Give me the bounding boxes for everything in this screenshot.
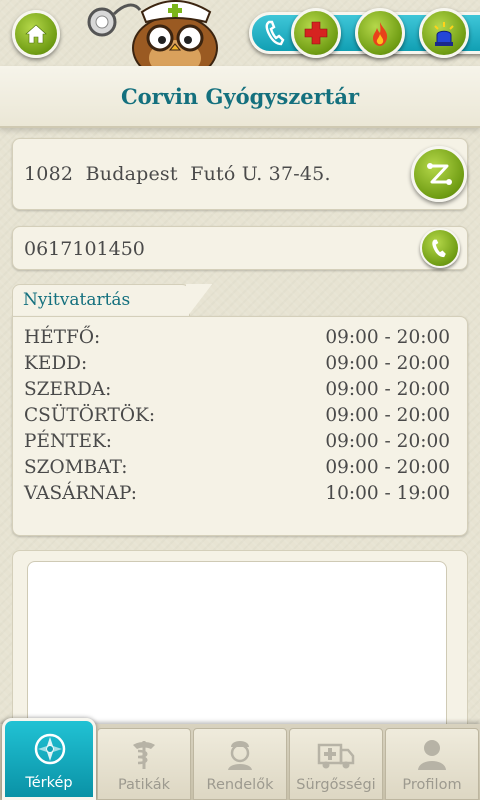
compass-icon (34, 733, 66, 765)
address-card: 1082 Budapest Futó U. 37-45. (12, 138, 468, 210)
nav-label: Rendelők (206, 777, 274, 793)
nav-tab-emergency[interactable]: Sürgősségi (289, 728, 383, 800)
hours-row: HÉTFŐ: 09:00 - 20:00 (24, 327, 450, 353)
hours-row: KEDD: 09:00 - 20:00 (24, 353, 450, 379)
phone-icon[interactable] (264, 20, 288, 46)
nav-label: Térkép (25, 775, 73, 791)
ambulance-icon (317, 743, 355, 769)
address-text: 1082 Budapest Futó U. 37-45. (24, 163, 331, 185)
hours-title: Nyitvatartás (23, 290, 131, 310)
nav-tab-map[interactable]: Térkép (2, 718, 96, 800)
red-cross-icon (304, 21, 328, 45)
time-value: 09:00 - 20:00 (325, 405, 450, 426)
time-value: 09:00 - 20:00 (325, 327, 450, 348)
home-icon (25, 24, 47, 44)
fire-icon (373, 22, 388, 46)
hours-row: SZOMBAT: 09:00 - 20:00 (24, 457, 450, 483)
time-value: 09:00 - 20:00 (325, 457, 450, 478)
nurse-icon (228, 741, 252, 770)
nav-tab-clinics[interactable]: Rendelők (193, 728, 287, 800)
ambulance-call-button[interactable] (291, 8, 341, 58)
day-label: HÉTFŐ: (24, 327, 101, 348)
day-label: CSÜTÖRTÖK: (24, 405, 156, 426)
police-siren-icon (434, 22, 454, 46)
nav-label: Sürgősségi (296, 777, 376, 793)
caduceus-icon (133, 741, 155, 769)
call-button[interactable] (420, 228, 460, 268)
fire-call-button[interactable] (355, 8, 405, 58)
nav-label: Patikák (117, 777, 171, 793)
day-label: VASÁRNAP: (24, 483, 137, 504)
nav-tab-pharmacies[interactable]: Patikák (97, 728, 191, 800)
top-bar (0, 0, 480, 70)
day-label: KEDD: (24, 353, 88, 374)
phone-card: 0617101450 (12, 226, 468, 270)
title-banner: Corvin Gyógyszertár (0, 66, 480, 128)
bottom-navigation: Térkép Patikák Rendelők Sürgősségi Profi… (0, 718, 480, 800)
nav-label: Profilom (402, 777, 462, 793)
hours-row: PÉNTEK: 09:00 - 20:00 (24, 431, 450, 457)
opening-hours-card: HÉTFŐ: 09:00 - 20:00 KEDD: 09:00 - 20:00… (12, 316, 468, 536)
hours-row: VASÁRNAP: 10:00 - 19:00 (24, 483, 450, 509)
phone-number: 0617101450 (24, 238, 145, 260)
hours-tab-corner (186, 284, 212, 318)
day-label: SZERDA: (24, 379, 112, 400)
phone-icon (432, 239, 446, 258)
hours-row: SZERDA: 09:00 - 20:00 (24, 379, 450, 405)
time-value: 09:00 - 20:00 (325, 379, 450, 400)
user-icon (418, 740, 446, 770)
time-value: 10:00 - 19:00 (325, 483, 450, 504)
owl-doctor-mascot (87, 0, 218, 70)
day-label: SZOMBAT: (24, 457, 128, 478)
route-button[interactable] (411, 146, 467, 202)
nav-tab-profile[interactable]: Profilom (385, 728, 479, 800)
page-title: Corvin Gyógyszertár (120, 84, 360, 109)
day-label: PÉNTEK: (24, 431, 113, 452)
route-icon (427, 163, 452, 185)
time-value: 09:00 - 20:00 (325, 353, 450, 374)
time-value: 09:00 - 20:00 (325, 431, 450, 452)
home-button[interactable] (12, 10, 60, 58)
hours-row: CSÜTÖRTÖK: 09:00 - 20:00 (24, 405, 450, 431)
police-call-button[interactable] (419, 8, 469, 58)
